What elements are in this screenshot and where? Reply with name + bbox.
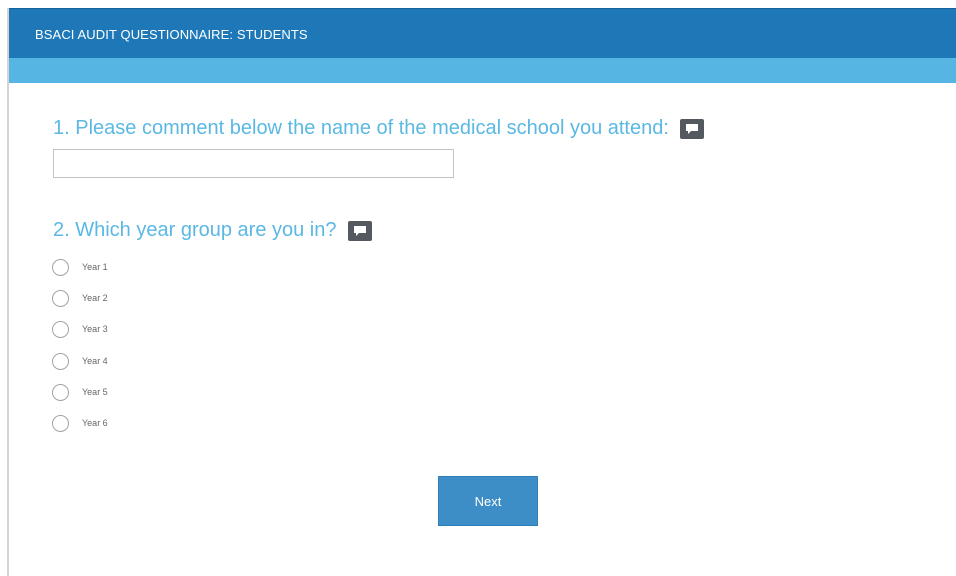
radio-button[interactable] [52, 383, 69, 401]
radio-button[interactable] [52, 258, 69, 276]
year-option[interactable]: Year 5 [52, 382, 108, 402]
option-label: Year 1 [82, 262, 108, 272]
option-label: Year 5 [82, 387, 108, 397]
year-option[interactable]: Year 1 [52, 257, 108, 277]
survey-title: BSACI AUDIT QUESTIONNAIRE: STUDENTS [35, 27, 308, 42]
radio-button[interactable] [52, 352, 69, 370]
option-label: Year 4 [82, 356, 108, 366]
year-option[interactable]: Year 4 [52, 351, 108, 371]
option-label: Year 2 [82, 293, 108, 303]
question-1-text: 1. Please comment below the name of the … [53, 117, 669, 139]
next-button[interactable]: Next [438, 476, 538, 526]
year-option[interactable]: Year 2 [52, 288, 108, 308]
option-label: Year 6 [82, 418, 108, 428]
page-left-border [7, 8, 9, 576]
medical-school-input[interactable] [53, 149, 454, 178]
header-subbar [9, 58, 956, 83]
question-2-text: 2. Which year group are you in? [53, 219, 337, 241]
radio-button[interactable] [52, 414, 69, 432]
comment-icon[interactable] [679, 118, 704, 139]
radio-button[interactable] [52, 320, 69, 338]
survey-header: BSACI AUDIT QUESTIONNAIRE: STUDENTS [9, 8, 956, 58]
question-1-title: 1. Please comment below the name of the … [53, 117, 704, 140]
comment-icon[interactable] [347, 220, 372, 241]
question-2-title: 2. Which year group are you in? [53, 219, 372, 242]
year-option[interactable]: Year 6 [52, 413, 108, 433]
year-option[interactable]: Year 3 [52, 319, 108, 339]
survey-page: BSACI AUDIT QUESTIONNAIRE: STUDENTS 1. P… [0, 0, 956, 576]
radio-button[interactable] [52, 289, 69, 307]
option-label: Year 3 [82, 324, 108, 334]
